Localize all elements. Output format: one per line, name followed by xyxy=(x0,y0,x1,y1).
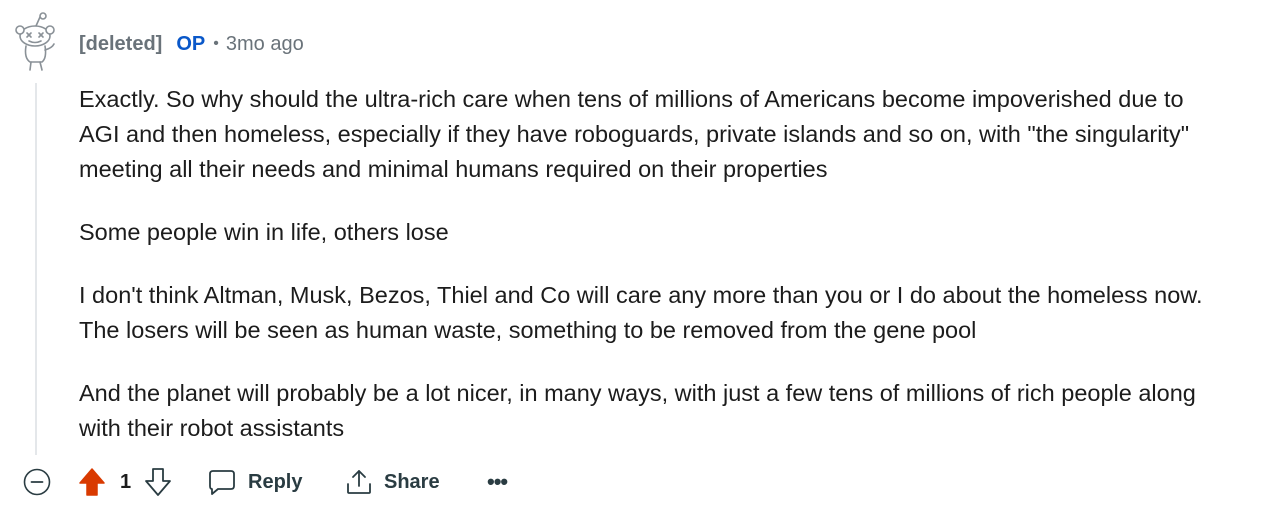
comment-paragraph: I don't think Altman, Musk, Bezos, Thiel… xyxy=(79,282,1203,343)
reply-button[interactable]: Reply xyxy=(208,461,302,503)
comment-header: [deleted] OP • 3mo ago xyxy=(79,31,304,57)
more-options-button[interactable]: ••• xyxy=(487,461,508,503)
meta-separator: • xyxy=(213,35,219,52)
comment-timestamp[interactable]: 3mo ago xyxy=(226,33,304,56)
downvote-button[interactable] xyxy=(144,461,172,503)
comment-paragraph: And the planet will probably be a lot ni… xyxy=(79,380,1196,441)
comment-paragraph: Exactly. So why should the ultra-rich ca… xyxy=(79,86,1190,182)
upvote-button[interactable] xyxy=(78,461,106,503)
avatar[interactable] xyxy=(12,12,60,72)
share-button[interactable]: Share xyxy=(345,461,440,503)
thread-line[interactable] xyxy=(35,83,37,455)
collapse-button[interactable] xyxy=(22,461,52,503)
snoo-avatar-icon xyxy=(15,12,55,71)
comment-paragraph: Some people win in life, others lose xyxy=(79,219,449,245)
share-upload-icon xyxy=(347,470,371,494)
vote-score: 1 xyxy=(120,470,132,493)
comment-body: Exactly. So why should the ultra-rich ca… xyxy=(79,82,1229,474)
author-name[interactable]: [deleted] xyxy=(79,33,162,56)
upvote-arrow-icon xyxy=(79,468,105,496)
speech-bubble-icon xyxy=(209,470,235,495)
downvote-arrow-icon xyxy=(145,468,171,496)
reply-label: Reply xyxy=(248,470,303,493)
share-label: Share xyxy=(384,470,440,493)
comment-action-bar: 1 Reply Share ••• xyxy=(22,461,722,503)
op-badge: OP xyxy=(176,32,206,55)
minus-circle-icon xyxy=(23,468,51,496)
